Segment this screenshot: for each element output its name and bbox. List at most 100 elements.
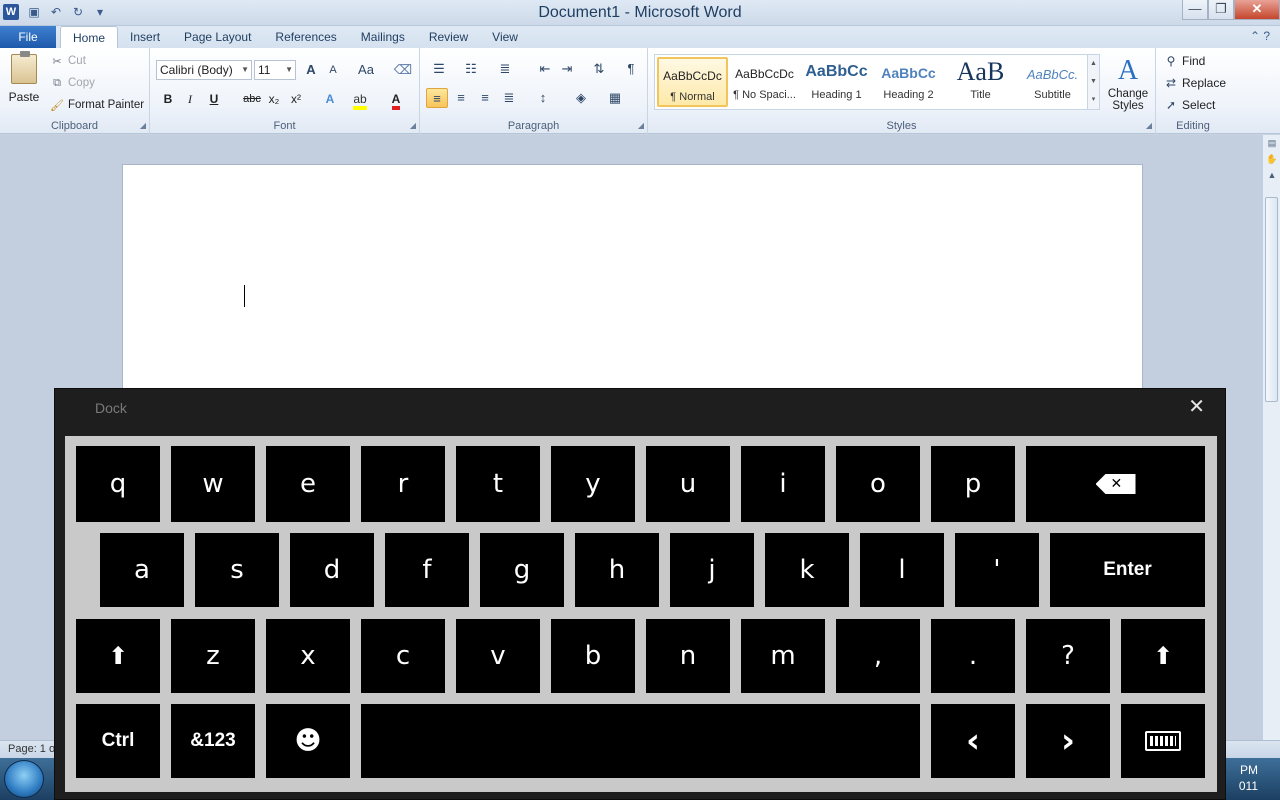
text-effects-icon[interactable]: A (320, 90, 340, 108)
key-ctrl[interactable]: Ctrl (76, 704, 160, 778)
sort-icon[interactable]: ⇅ (588, 59, 610, 79)
tab-file[interactable]: File (0, 26, 56, 48)
font-color-icon[interactable]: A (386, 90, 406, 110)
key-n[interactable]: n (646, 619, 730, 693)
change-styles-button[interactable]: A Change Styles (1104, 54, 1152, 112)
tab-review[interactable]: Review (417, 26, 480, 48)
style-normal[interactable]: AaBbCcDc ¶ Normal (657, 57, 728, 107)
key-w[interactable]: w (171, 446, 255, 522)
shrink-font-button[interactable]: A (322, 60, 344, 80)
key-l[interactable]: l (860, 533, 944, 607)
key-apostrophe[interactable]: ' (955, 533, 1039, 607)
tab-view[interactable]: View (480, 26, 530, 48)
paste-button[interactable]: Paste (6, 51, 42, 112)
key-comma[interactable]: , (836, 619, 920, 693)
key-symbols[interactable]: &123 (171, 704, 255, 778)
key-t[interactable]: t (456, 446, 540, 522)
key-r[interactable]: r (361, 446, 445, 522)
replace-button[interactable]: ⇄ Replace (1164, 74, 1226, 92)
close-button[interactable]: ✕ (1234, 0, 1280, 20)
tab-home[interactable]: Home (60, 26, 119, 48)
key-x[interactable]: x (266, 619, 350, 693)
subscript-button[interactable]: x₂ (264, 90, 284, 108)
key-f[interactable]: f (385, 533, 469, 607)
italic-button[interactable]: I (180, 90, 200, 108)
tab-page-layout[interactable]: Page Layout (172, 26, 263, 48)
font-name-combo[interactable]: Calibri (Body) ▼ (156, 60, 252, 80)
show-formatting-button[interactable]: ¶ (620, 59, 642, 79)
key-shift-left[interactable]: ⬆ (76, 619, 160, 693)
highlight-icon[interactable]: ab (350, 90, 370, 110)
key-backspace[interactable] (1026, 446, 1205, 522)
key-question[interactable]: ? (1026, 619, 1110, 693)
find-button[interactable]: ⚲ Find (1164, 52, 1206, 70)
keyboard-close-button[interactable]: ✕ (1188, 395, 1205, 419)
key-b[interactable]: b (551, 619, 635, 693)
clear-formatting-icon[interactable]: ⌫ (392, 60, 414, 80)
key-v[interactable]: v (456, 619, 540, 693)
key-keyboard-menu[interactable] (1121, 704, 1205, 778)
bold-button[interactable]: B (158, 90, 178, 108)
decrease-indent-icon[interactable]: ⇤ (534, 59, 556, 79)
key-g[interactable]: g (480, 533, 564, 607)
start-button[interactable] (4, 760, 44, 798)
key-d[interactable]: d (290, 533, 374, 607)
tab-references[interactable]: References (263, 26, 348, 48)
align-right-icon[interactable]: ≡ (474, 88, 496, 108)
key-c[interactable]: c (361, 619, 445, 693)
key-k[interactable]: k (765, 533, 849, 607)
shading-icon[interactable]: ◈ (570, 88, 592, 108)
key-e[interactable]: e (266, 446, 350, 522)
maximize-button[interactable]: ❐ (1208, 0, 1234, 20)
tray-clock[interactable]: PM 011 (1239, 762, 1258, 794)
key-a[interactable]: a (100, 533, 184, 607)
style-no-spacing[interactable]: AaBbCcDc ¶ No Spaci... (729, 57, 800, 107)
key-s[interactable]: s (195, 533, 279, 607)
line-spacing-icon[interactable]: ↕ (532, 88, 554, 108)
grow-font-button[interactable]: A (300, 60, 322, 80)
key-j[interactable]: j (670, 533, 754, 607)
cut-button[interactable]: ✂ Cut (50, 52, 86, 70)
strikethrough-button[interactable]: abc (240, 90, 264, 108)
style-subtitle[interactable]: AaBbCc. Subtitle (1017, 57, 1088, 107)
change-case-button[interactable]: Aa (352, 60, 380, 80)
key-left-arrow[interactable]: ‹ (931, 704, 1015, 778)
select-button[interactable]: ➚ Select (1164, 96, 1215, 114)
scrollbar-thumb[interactable] (1265, 197, 1278, 402)
key-right-arrow[interactable]: › (1026, 704, 1110, 778)
format-painter-button[interactable]: 🖌 Format Painter (50, 96, 144, 114)
align-center-icon[interactable]: ≡ (450, 88, 472, 108)
key-u[interactable]: u (646, 446, 730, 522)
clipboard-launcher-icon[interactable]: ◢ (140, 121, 146, 130)
tab-insert[interactable]: Insert (118, 26, 172, 48)
key-space[interactable] (361, 704, 920, 778)
key-shift-right[interactable]: ⬆ (1121, 619, 1205, 693)
copy-button[interactable]: ⧉ Copy (50, 74, 95, 92)
scroll-up-icon[interactable]: ▲ (1263, 167, 1280, 183)
key-o[interactable]: o (836, 446, 920, 522)
superscript-button[interactable]: x² (286, 90, 306, 108)
key-period[interactable]: . (931, 619, 1015, 693)
increase-indent-icon[interactable]: ⇥ (556, 59, 578, 79)
justify-icon[interactable]: ≣ (498, 88, 520, 108)
numbering-icon[interactable]: ☷ (460, 59, 482, 79)
bullets-icon[interactable]: ☰ (428, 59, 450, 79)
help-icon[interactable]: ⌃ ? (1250, 29, 1270, 43)
ruler-toggle-icon[interactable]: ▤ (1263, 135, 1280, 151)
style-heading-1[interactable]: AaBbCc Heading 1 (801, 57, 872, 107)
key-i[interactable]: i (741, 446, 825, 522)
tab-mailings[interactable]: Mailings (349, 26, 417, 48)
keyboard-dock-label[interactable]: Dock (95, 400, 127, 416)
key-y[interactable]: y (551, 446, 635, 522)
minimize-button[interactable]: — (1182, 0, 1208, 20)
hand-icon[interactable]: ✋ (1263, 151, 1280, 167)
key-enter[interactable]: Enter (1050, 533, 1205, 607)
styles-gallery-scroll[interactable]: ▲ ▼ ▾ (1087, 55, 1099, 109)
font-launcher-icon[interactable]: ◢ (410, 121, 416, 130)
key-h[interactable]: h (575, 533, 659, 607)
borders-icon[interactable]: ▦ (604, 88, 626, 108)
multilevel-list-icon[interactable]: ≣ (494, 59, 516, 79)
style-heading-2[interactable]: AaBbCc Heading 2 (873, 57, 944, 107)
vertical-scrollbar[interactable]: ▤ ✋ ▲ (1262, 135, 1280, 740)
key-emoji[interactable]: ☻ (266, 704, 350, 778)
